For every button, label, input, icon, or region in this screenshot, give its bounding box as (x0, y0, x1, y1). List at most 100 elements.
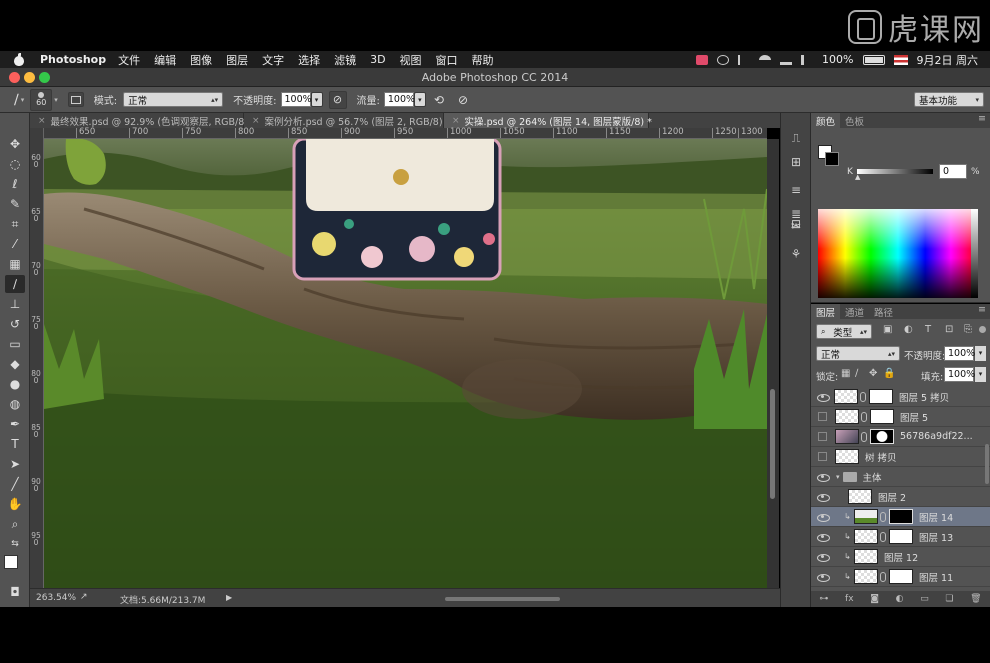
layer-row[interactable]: 图层 5 (811, 407, 990, 427)
visibility-off-box[interactable] (818, 452, 827, 461)
volume-icon[interactable] (801, 54, 813, 65)
fill-input[interactable]: 100% (944, 367, 975, 382)
delete-layer-icon[interactable]: 🗑 (970, 594, 981, 604)
grayscale-ramp[interactable] (971, 209, 978, 298)
preset-chevron-down-icon[interactable]: ▾ (21, 96, 25, 104)
export-icon[interactable]: ↗ (80, 592, 88, 602)
creative-cloud-icon[interactable] (717, 54, 730, 65)
move-tool-icon[interactable]: ✥ (5, 135, 25, 153)
fill-dropdown[interactable]: ▾ (975, 367, 986, 382)
dodge-tool-icon[interactable]: ◍ (5, 395, 25, 413)
layer-name[interactable]: 树 拷贝 (865, 450, 897, 464)
status-menu-arrow-icon[interactable]: ▶ (226, 593, 232, 602)
clock-date[interactable]: 9月2日 周六 (917, 52, 979, 68)
layer-row[interactable]: 树 拷贝 (811, 447, 990, 467)
mode-select[interactable]: 正常 ▴▾ (123, 92, 224, 107)
brush-tool-preset-icon[interactable]: ∕ (14, 92, 19, 108)
airplay-icon[interactable] (780, 55, 793, 65)
filter-pixel-icon[interactable]: ▣ (883, 324, 892, 335)
pressure-size-icon[interactable]: ⊘ (458, 93, 468, 107)
tab-case-analysis[interactable]: × 案例分析.psd @ 56.7% (图层 2, RGB/8) * (244, 113, 450, 128)
horizontal-scroll-thumb[interactable] (445, 597, 560, 601)
k-value-input[interactable]: 0 (939, 164, 967, 179)
layer-row[interactable]: ↳ 图层 12 (811, 547, 990, 567)
vertical-scrollbar[interactable] (767, 139, 779, 588)
recording-icon[interactable] (696, 54, 709, 65)
brush-panel-toggle[interactable] (67, 92, 84, 107)
eyedropper-tool-icon[interactable]: ⁄ (5, 235, 25, 253)
lock-transparent-icon[interactable]: ▦ (841, 368, 850, 379)
mask-link-icon[interactable] (880, 571, 886, 582)
layer-row[interactable]: 图层 5 拷贝 (811, 387, 990, 407)
layer-mask-thumbnail[interactable] (869, 389, 893, 404)
menu-select[interactable]: 选择 (298, 52, 320, 68)
healing-brush-tool-icon[interactable]: ▦ (5, 255, 25, 273)
menu-app-name[interactable]: Photoshop (40, 53, 106, 66)
zoom-tool-icon[interactable]: ⌕ (5, 515, 25, 533)
layer-mask-thumbnail[interactable] (870, 409, 894, 424)
bluetooth-icon[interactable] (738, 54, 750, 65)
menu-layer[interactable]: 图层 (226, 52, 248, 68)
blur-tool-icon[interactable]: ● (5, 375, 25, 393)
close-tab-icon[interactable]: × (452, 116, 460, 126)
layer-name[interactable]: 图层 12 (884, 550, 918, 564)
horizontal-ruler[interactable]: 650 700 750 800 850 900 950 1000 1050 11… (44, 128, 767, 139)
layer-row[interactable]: ↳ 图层 13 (811, 527, 990, 547)
tab-swatches[interactable]: 色板 (840, 113, 869, 128)
layer-row-selected[interactable]: ↳ 图层 14 (811, 507, 990, 527)
menu-help[interactable]: 帮助 (472, 52, 494, 68)
mask-link-icon[interactable] (860, 391, 866, 402)
lock-all-icon[interactable]: 🔒 (883, 368, 895, 379)
menu-view[interactable]: 视图 (400, 52, 422, 68)
layers-scroll-thumb[interactable] (985, 444, 989, 484)
menu-file[interactable]: 文件 (118, 52, 140, 68)
pen-tool-icon[interactable]: ✒ (5, 415, 25, 433)
pressure-opacity-toggle[interactable]: ⊘ (328, 90, 347, 109)
menu-edit[interactable]: 编辑 (154, 52, 176, 68)
flow-dropdown-button[interactable]: ▾ (413, 92, 426, 107)
layer-mask-thumbnail[interactable] (889, 529, 913, 544)
mask-link-icon[interactable] (861, 431, 867, 442)
new-layer-icon[interactable]: ❏ (945, 594, 953, 604)
layer-mask-thumbnail[interactable] (889, 509, 913, 524)
layer-opacity-dropdown[interactable]: ▾ (975, 346, 986, 361)
visibility-eye-icon[interactable] (816, 512, 830, 522)
visibility-off-box[interactable] (818, 432, 827, 441)
menu-type[interactable]: 文字 (262, 52, 284, 68)
quick-select-tool-icon[interactable]: ✎ (5, 195, 25, 213)
adjustment-layer-icon[interactable]: ◐ (896, 594, 904, 604)
menu-filter[interactable]: 滤镜 (334, 52, 356, 68)
crop-tool-icon[interactable]: ⌗ (5, 215, 25, 233)
visibility-eye-icon[interactable] (816, 492, 830, 502)
wifi-icon[interactable] (759, 54, 772, 65)
group-expand-chevron-icon[interactable]: ▾ (836, 473, 840, 481)
visibility-eye-icon[interactable] (816, 392, 830, 402)
layer-row[interactable]: 56786a9df22... (811, 427, 990, 447)
filter-type-icon[interactable]: T (925, 324, 931, 335)
k-slider[interactable] (857, 169, 933, 174)
layer-name[interactable]: 图层 13 (919, 530, 953, 544)
filter-toggle-icon[interactable] (979, 326, 986, 333)
mask-link-icon[interactable] (861, 411, 867, 422)
workspace-select[interactable]: 基本功能 ▾ (914, 92, 984, 107)
layer-row[interactable]: 图层 2 (811, 487, 990, 507)
opacity-input[interactable]: 100% (280, 92, 312, 107)
close-tab-icon[interactable]: × (252, 116, 260, 126)
link-layers-icon[interactable]: ⊶ (819, 594, 828, 604)
brush-tool-icon[interactable]: ∕ (5, 275, 25, 293)
document-canvas[interactable] (44, 139, 767, 588)
brush-presets-icon[interactable]: ✂ (788, 219, 804, 233)
layer-name[interactable]: 图层 5 (900, 410, 928, 424)
swap-colors-icon[interactable]: ⇆ (5, 535, 25, 553)
flow-input[interactable]: 100% (383, 92, 415, 107)
eraser-tool-icon[interactable]: ▭ (5, 335, 25, 353)
layer-name[interactable]: 图层 5 拷贝 (899, 390, 949, 404)
layer-group-name[interactable]: 主体 (863, 470, 882, 484)
hand-tool-icon[interactable]: ✋ (5, 495, 25, 513)
foreground-color-swatch[interactable] (4, 555, 18, 569)
battery-icon[interactable] (862, 54, 885, 65)
clone-stamp-tool-icon[interactable]: ⊥ (5, 295, 25, 313)
properties-panel-icon[interactable]: ⊞ (788, 155, 804, 169)
layer-name[interactable]: 图层 14 (919, 510, 953, 524)
new-group-icon[interactable]: ▭ (920, 594, 929, 604)
